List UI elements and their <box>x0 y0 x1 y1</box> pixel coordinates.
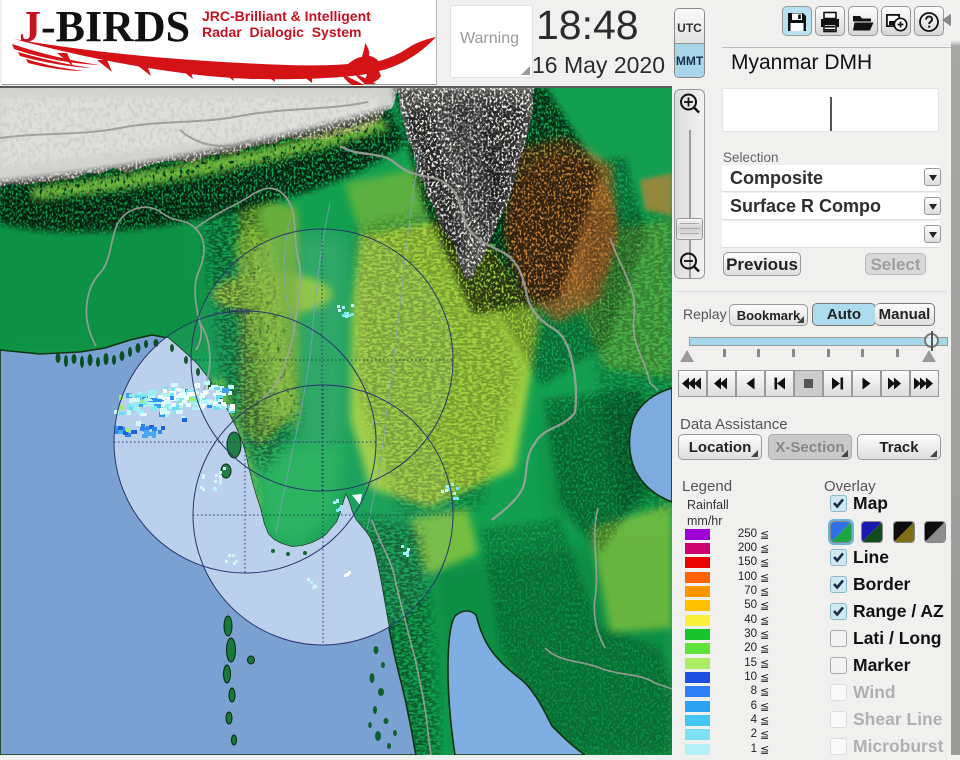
svg-text:450km: 450km <box>226 306 253 316</box>
